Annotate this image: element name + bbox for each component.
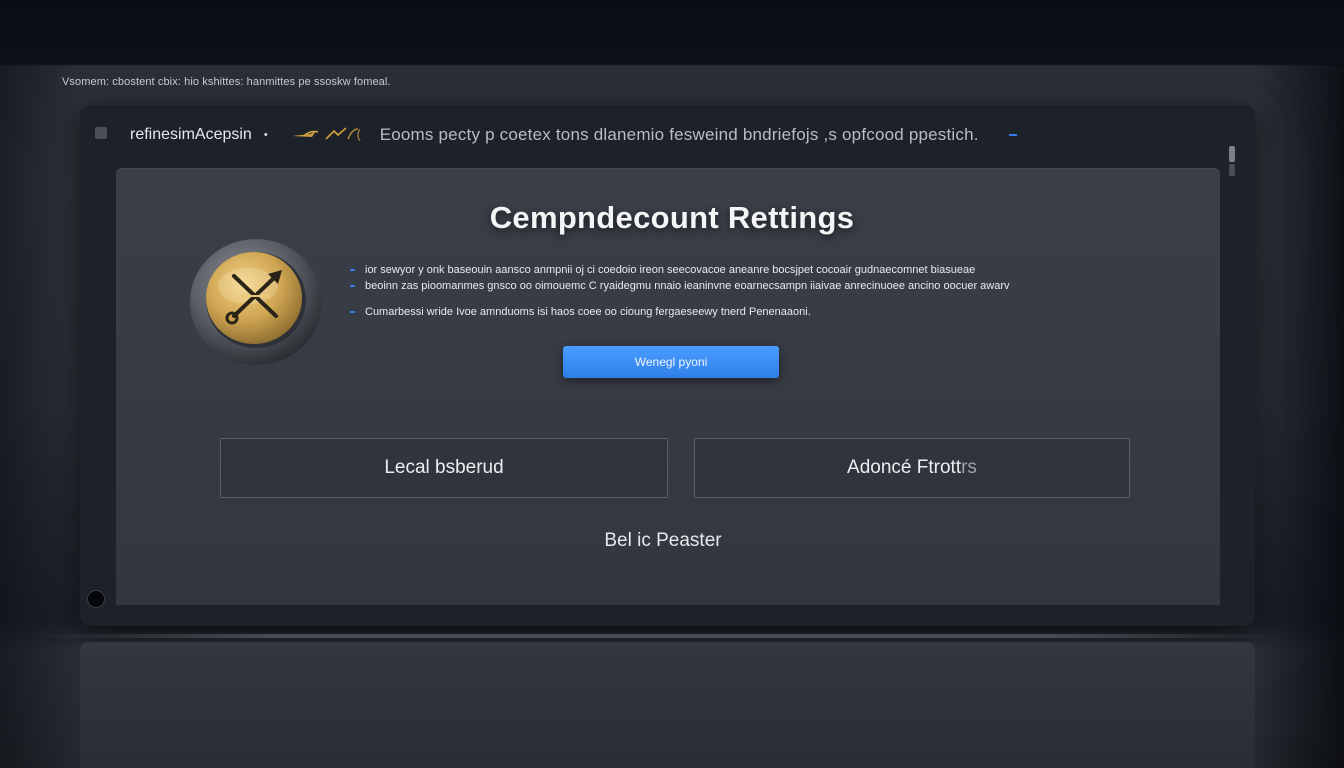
option-card-local-label: Lecal bsberud (384, 457, 504, 478)
description: ior sewyor y onk baseouin aansco anmpnii… (350, 262, 1170, 320)
window-status-dot (87, 590, 105, 608)
bullet-marker (350, 311, 355, 313)
monitor-reflection (80, 642, 1255, 768)
primary-action-button[interactable]: Wenegl pyoni (563, 346, 779, 378)
feather-quill-icon (290, 125, 370, 145)
app-name[interactable]: refinesimAcepsin (130, 126, 252, 144)
bullet-marker (350, 285, 355, 287)
description-text-1: ior sewyor y onk baseouin aansco anmpnii… (365, 264, 976, 276)
screen: Vsomem: cbostent cbix: hio kshittes: han… (0, 0, 1344, 768)
option-card-advanced-label: Adoncé Ftrottrs (847, 457, 977, 478)
title-accent-dash (1008, 134, 1017, 136)
description-text-2: beoinn zas pioomanmes gnsco oo oimouemc … (365, 280, 1010, 292)
option-card-advanced[interactable]: Adoncé Ftrottrs (694, 438, 1130, 498)
description-line: beoinn zas pioomanmes gnsco oo oimouemc … (350, 278, 1170, 294)
footer-link[interactable]: Bel ic Peaster (0, 530, 1326, 552)
page-title: Cempndecount Rettings (489, 200, 855, 235)
scrollbar-thumb[interactable] (1229, 146, 1235, 162)
window-menu-square[interactable] (95, 127, 107, 139)
right-vignette (1254, 64, 1344, 768)
scrollbar-track (1229, 164, 1235, 176)
top-caption: Vsomem: cbostent cbix: hio kshittes: han… (62, 76, 391, 88)
desk-edge (40, 634, 1280, 638)
title-path: Eooms pecty p coetex tons dlanemio feswe… (379, 125, 979, 144)
bullet-marker (350, 269, 355, 271)
description-text-3: Cumarbessi wride Ivoe amnduoms isi haos … (365, 306, 811, 318)
left-vignette (0, 64, 80, 768)
description-line: ior sewyor y onk baseouin aansco anmpnii… (350, 262, 1170, 278)
option-card-local[interactable]: Lecal bsberud (220, 438, 668, 498)
description-line: Cumarbessi wride Ivoe amnduoms isi haos … (350, 304, 1170, 320)
gold-seal-crossed-tools-icon (188, 236, 324, 366)
app-caret-icon[interactable]: • (264, 129, 268, 141)
title-bar: refinesimAcepsin • Eooms pecty p coetex … (130, 120, 1220, 150)
